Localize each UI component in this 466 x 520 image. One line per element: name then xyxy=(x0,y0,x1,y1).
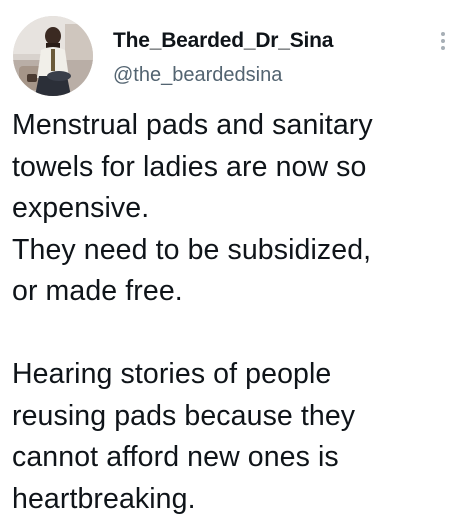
more-options-icon[interactable] xyxy=(436,30,450,52)
tweet-text: Menstrual pads and sanitary towels for l… xyxy=(12,105,460,520)
author-display-name[interactable]: The_Bearded_Dr_Sina xyxy=(113,29,333,53)
tweet-text-line: or made free. xyxy=(12,275,183,307)
profile-photo-icon xyxy=(13,16,93,96)
avatar[interactable] xyxy=(13,16,93,96)
tweet-text-line: towels for ladies are now so xyxy=(12,150,367,183)
tweet-text-line: heartbreaking. xyxy=(12,482,196,515)
tweet-text-line: expensive. xyxy=(12,192,150,224)
tweet-text-line: reusing pads because they xyxy=(12,399,356,432)
menu-dot xyxy=(441,46,445,50)
menu-dot xyxy=(441,32,445,36)
tweet-text-line: Hearing stories of people xyxy=(12,358,332,390)
author-handle[interactable]: @the_beardedsina xyxy=(113,64,282,87)
tweet-text-line: They need to be subsidized, xyxy=(12,233,372,266)
tweet-text-line: Menstrual pads and sanitary xyxy=(12,109,373,141)
menu-dot xyxy=(441,39,445,43)
tweet-text-line: cannot afford new ones is xyxy=(12,441,339,473)
tweet-text-line xyxy=(12,313,460,355)
tweet-card: The_Bearded_Dr_Sina @the_beardedsina Men… xyxy=(0,0,466,520)
